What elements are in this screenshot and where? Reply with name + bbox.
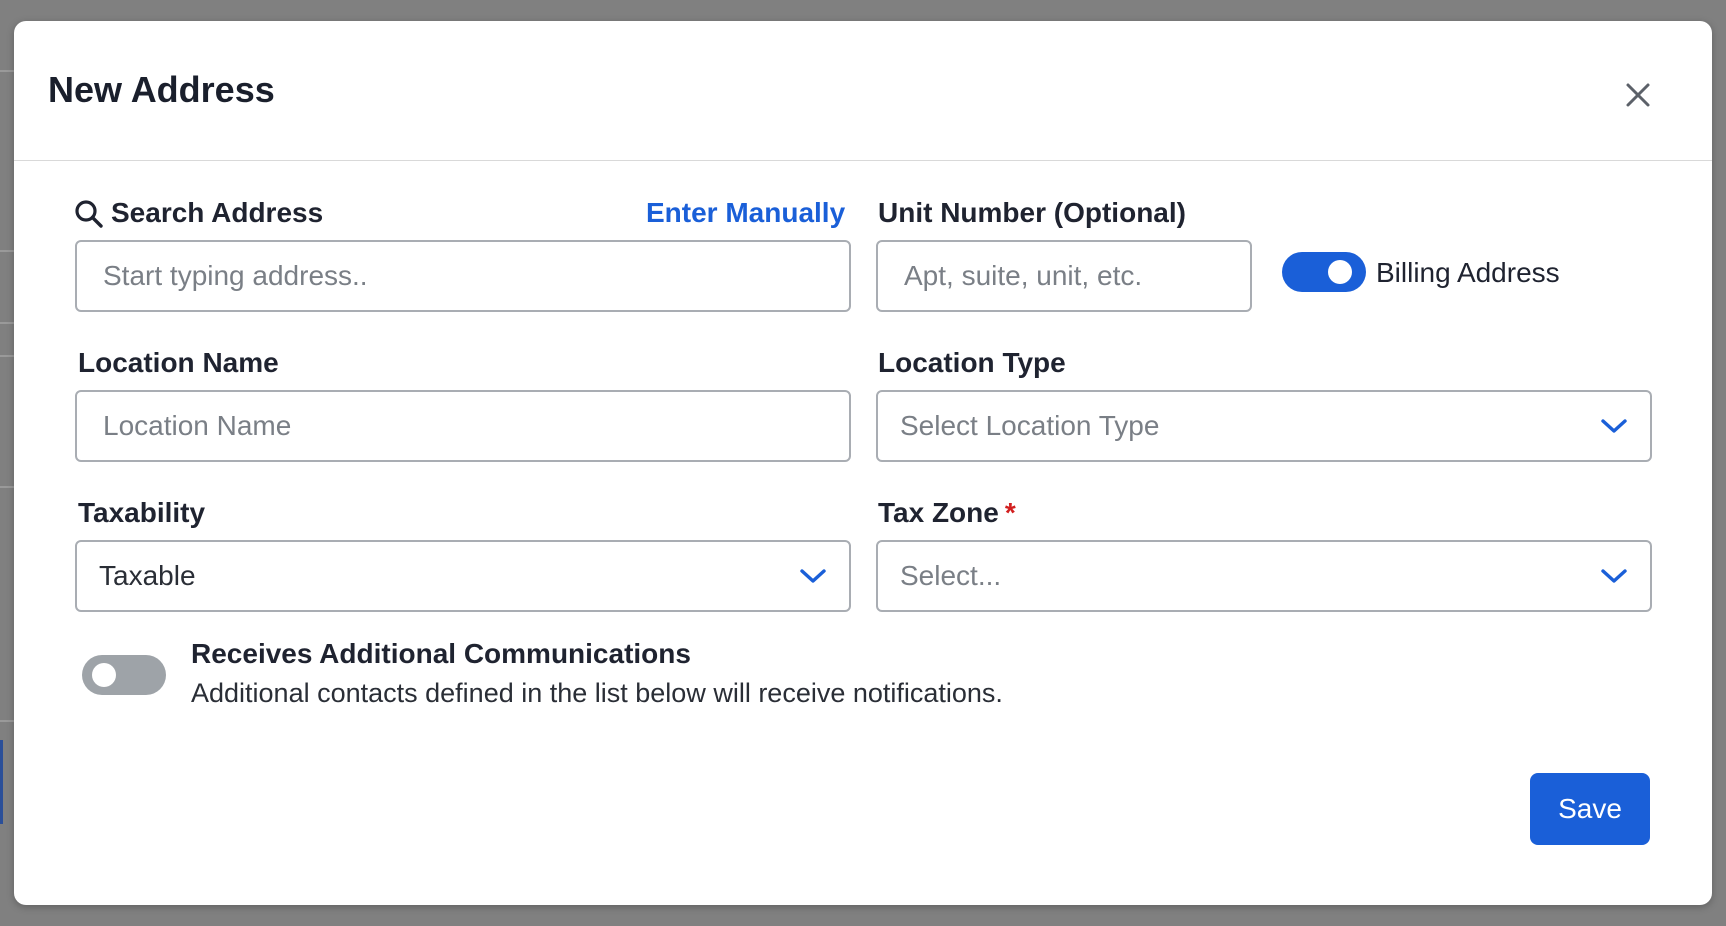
search-address-label: Search Address — [111, 197, 324, 228]
taxability-select[interactable]: Taxable — [75, 540, 851, 612]
toggle-knob — [1328, 260, 1352, 284]
background-divider — [0, 70, 14, 72]
background-divider — [0, 486, 14, 488]
billing-address-toggle[interactable] — [1282, 252, 1366, 292]
tax-zone-value: Select... — [900, 560, 1002, 591]
tax-zone-label-text: Tax Zone — [878, 497, 999, 528]
taxability-value: Taxable — [99, 560, 196, 591]
modal-header: New Address — [14, 21, 1712, 161]
toggle-knob — [92, 663, 116, 687]
close-button[interactable] — [1620, 77, 1656, 113]
background-divider — [0, 250, 14, 252]
background-divider — [0, 720, 14, 722]
close-icon — [1626, 83, 1650, 107]
additional-communications-description: Additional contacts defined in the list … — [191, 678, 1003, 708]
chevron-down-icon — [1601, 419, 1627, 433]
location-name-input[interactable] — [75, 390, 851, 462]
location-name-label: Location Name — [78, 347, 279, 378]
search-address-input[interactable] — [75, 240, 851, 312]
chevron-down-icon — [800, 569, 826, 583]
required-marker: * — [1004, 497, 1016, 528]
tax-zone-select[interactable]: Select... — [876, 540, 1652, 612]
new-address-modal: New Address Search Address Enter Manuall… — [14, 21, 1712, 905]
additional-communications-title: Receives Additional Communications — [191, 638, 691, 669]
location-type-value: Select Location Type — [900, 410, 1160, 441]
background-divider — [0, 355, 14, 357]
billing-address-label: Billing Address — [1376, 257, 1560, 288]
background-link-underline — [0, 740, 3, 824]
unit-number-label: Unit Number (Optional) — [878, 197, 1186, 228]
location-type-label: Location Type — [878, 347, 1066, 378]
tax-zone-label: Tax Zone * — [878, 497, 1016, 529]
unit-number-input[interactable] — [876, 240, 1252, 312]
modal-title: New Address — [48, 69, 275, 110]
enter-manually-link[interactable]: Enter Manually — [646, 197, 845, 229]
background-divider — [0, 322, 14, 324]
save-button[interactable]: Save — [1530, 773, 1650, 845]
search-icon — [75, 200, 103, 228]
additional-communications-toggle[interactable] — [82, 655, 166, 695]
chevron-down-icon — [1601, 569, 1627, 583]
location-type-select[interactable]: Select Location Type — [876, 390, 1652, 462]
taxability-label: Taxability — [78, 497, 206, 528]
